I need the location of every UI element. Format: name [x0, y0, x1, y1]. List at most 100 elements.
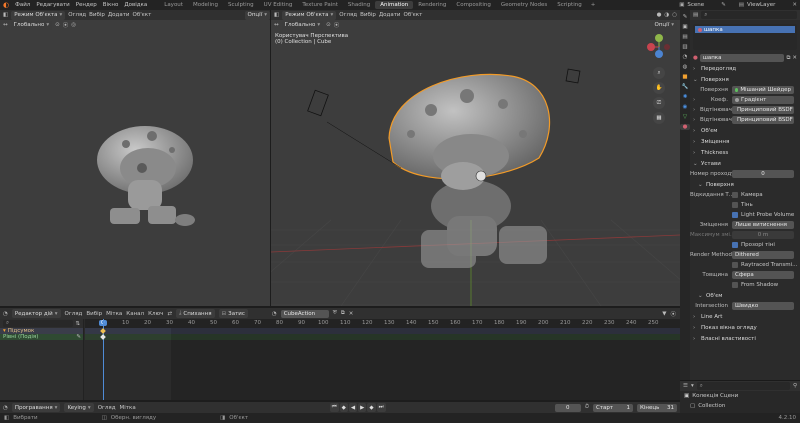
menu-add[interactable]: Додати [108, 12, 130, 18]
transform-orientation-dropdown[interactable]: Глобально ▾ [10, 20, 53, 30]
tab-uv-editing[interactable]: UV Editing [259, 2, 298, 8]
menu-view[interactable]: Огляд [68, 12, 86, 18]
stash-button[interactable]: ⊟ Затис [218, 309, 248, 318]
shading-rendered-icon[interactable]: ○ [672, 12, 680, 18]
dopesheet-menu-view[interactable]: Огляд [65, 311, 83, 317]
snapping-icon[interactable]: ⦿ [670, 310, 680, 318]
menu-object[interactable]: Об'єкт [133, 12, 152, 18]
transform-orientation-dropdown[interactable]: Глобально ▾ [281, 20, 324, 30]
jump-next-key-icon[interactable]: ◆ [367, 403, 376, 412]
shading-material-icon[interactable]: ◑ [664, 12, 669, 18]
section-settings[interactable]: ⌄ Устави [690, 158, 800, 169]
tab-shading[interactable]: Shading [343, 2, 375, 8]
section-settings-surface[interactable]: ⌄ Поверхня [690, 179, 800, 190]
proportional-edit-icon[interactable]: ◎ [71, 22, 76, 28]
transform-orientation-icon[interactable]: ↔ [274, 22, 279, 28]
render-tab-icon[interactable]: ▣ [682, 24, 687, 30]
menu-view[interactable]: Огляд [339, 12, 357, 18]
dopesheet-mode-dropdown[interactable]: Редактор дій ▾ [11, 309, 61, 318]
action-name-field[interactable]: CubeAction [280, 309, 329, 318]
scene-tab-icon[interactable]: ◔ [683, 54, 688, 60]
displacement-dropdown[interactable]: Лише витиснення [732, 221, 794, 229]
shader1-field[interactable]: Принциповий BSDF [732, 106, 794, 114]
material-name-field[interactable]: шапка [699, 54, 785, 62]
menu-file[interactable]: Файл [15, 2, 30, 8]
channel-search-field[interactable]: ⌕ [3, 320, 74, 327]
backface-camera-checkbox[interactable] [732, 192, 738, 198]
dopesheet-menu-key[interactable]: Ключ [148, 311, 163, 317]
menu-select[interactable]: Вибір [89, 12, 105, 18]
transparent-shadows-checkbox[interactable] [732, 242, 738, 248]
sync-icon[interactable]: ⇄ [167, 311, 172, 317]
unlink-action-icon[interactable]: ✕ [349, 311, 354, 317]
material-slot-list[interactable]: шапка [693, 24, 797, 50]
menu-select[interactable]: Вибір [360, 12, 376, 18]
from-shadow-checkbox[interactable] [732, 282, 738, 288]
dopesheet-menu-channel[interactable]: Канал [126, 311, 144, 317]
shading-solid-icon[interactable]: ● [657, 12, 662, 18]
menu-object[interactable]: Об'єкт [404, 12, 423, 18]
transform-orientation-icon[interactable]: ↔ [3, 22, 8, 28]
tool-tab-icon[interactable]: ✎ [683, 14, 688, 20]
tab-texture-paint[interactable]: Texture Paint [297, 2, 343, 8]
section-line-art[interactable]: › Line Art [690, 311, 800, 322]
keyframe-area[interactable]: 0 10 20 30 40 50 60 70 80 90 100 110 120… [85, 319, 680, 400]
dopesheet-editor-icon[interactable]: ◔ [3, 311, 8, 317]
backface-shadow-checkbox[interactable] [732, 202, 738, 208]
play-reverse-icon[interactable]: ◀ [348, 403, 358, 412]
frame-ruler[interactable]: 0 10 20 30 40 50 60 70 80 90 100 110 120… [85, 319, 680, 328]
fake-user-icon[interactable]: ⛨ [333, 310, 337, 317]
dopesheet-menu-select[interactable]: Вибір [86, 311, 102, 317]
end-frame-field[interactable]: Кінець 31 [637, 403, 677, 412]
tab-rendering[interactable]: Rendering [413, 2, 451, 8]
keying-dropdown[interactable]: Keying ▾ [64, 403, 94, 412]
options-dropdown[interactable]: Опції ▾ [244, 10, 270, 20]
render-method-dropdown[interactable]: Dithered [732, 251, 794, 259]
axis-gizmo[interactable] [646, 32, 672, 62]
jump-end-icon[interactable]: ⏭ [376, 403, 386, 412]
dopesheet-menu-marker[interactable]: Мітка [106, 311, 122, 317]
copy-material-icon[interactable]: ⧉ [786, 55, 790, 62]
timeline-menu-view[interactable]: Огляд [98, 405, 116, 411]
snap-icon[interactable]: ⦿ [63, 21, 69, 29]
output-tab-icon[interactable]: ▤ [682, 34, 687, 40]
physics-tab-icon[interactable]: ◉ [683, 104, 688, 110]
new-action-icon[interactable]: ⧉ [341, 310, 345, 317]
start-frame-field[interactable]: Старт 1 [593, 403, 633, 412]
action-browse-icon[interactable]: ◔ [272, 311, 277, 317]
tab-compositing[interactable]: Compositing [451, 2, 495, 8]
camera-view-icon[interactable]: ⎚ [653, 97, 665, 109]
section-viewport-display[interactable]: › Показ вікна огляду [690, 322, 800, 333]
menu-add[interactable]: Додати [379, 12, 401, 18]
section-surface[interactable]: ⌄ Поверхня [690, 74, 800, 85]
tab-modeling[interactable]: Modeling [188, 2, 223, 8]
tab-animation[interactable]: Animation [375, 1, 414, 9]
menu-window[interactable]: Вікно [103, 2, 119, 8]
timeline-editor-icon[interactable]: ◔ [3, 405, 8, 411]
channel-filter-icon[interactable]: ⇅ [75, 321, 80, 327]
view-layer-tab-icon[interactable]: ▥ [682, 44, 687, 50]
zoom-icon[interactable]: ⌕ [653, 67, 665, 79]
menu-help[interactable]: Довідка [124, 2, 147, 8]
preview-range-icon[interactable]: ⏱ [585, 404, 589, 411]
thickness-dropdown[interactable]: Сфера [732, 271, 794, 279]
add-workspace-button[interactable]: + [587, 2, 600, 8]
outliner-scene-collection[interactable]: ▣ Колекція Сцени [680, 391, 800, 401]
pan-hand-icon[interactable]: ✋ [653, 82, 665, 94]
intersection-dropdown[interactable]: Швидко [732, 302, 794, 310]
editor-type-icon[interactable]: ◧ [274, 12, 279, 18]
modifier-tab-icon[interactable]: 🔧 [682, 84, 689, 90]
outliner-search[interactable]: ⌕ [696, 382, 790, 390]
pivot-icon[interactable]: ⊙ [326, 22, 331, 28]
section-preview[interactable]: › Передогляд [690, 63, 800, 74]
section-settings-volume[interactable]: ⌄ Об'єм [690, 290, 800, 301]
options-dropdown[interactable]: Опції ▾ [651, 20, 677, 30]
tab-geometry-nodes[interactable]: Geometry Nodes [496, 2, 552, 8]
section-thickness[interactable]: › Thickness [690, 147, 800, 158]
display-mode-icon[interactable]: ▾ [691, 383, 694, 389]
pass-index-field[interactable]: 0 [732, 170, 794, 178]
menu-render[interactable]: Рендер [76, 2, 97, 8]
unlink-material-icon[interactable]: ✕ [792, 55, 797, 61]
current-frame-field[interactable]: 0 [554, 403, 581, 412]
properties-search[interactable]: ⌕ [701, 11, 797, 19]
